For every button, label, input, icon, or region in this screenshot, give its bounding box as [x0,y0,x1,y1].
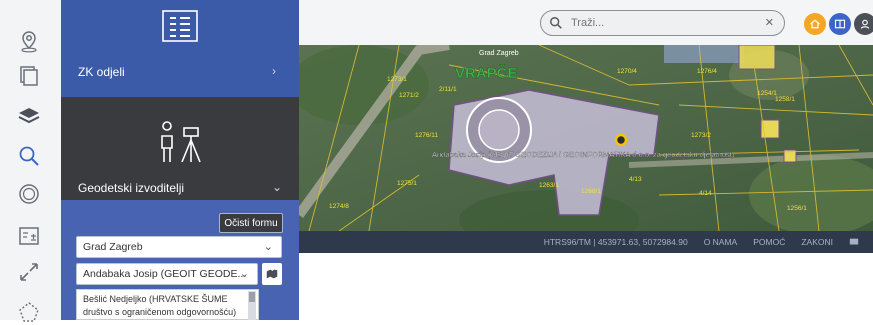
parcel-label: 1273/1 [387,76,407,83]
parcel-label: 1268/1 [581,188,601,195]
chevron-down-icon: ⌄ [263,241,273,253]
book-icon [834,19,846,29]
search-bar[interactable]: ✕ [540,10,785,36]
surveyor-icon [156,120,206,166]
chevron-down-icon: ⌄ [239,268,249,280]
parcel-label: 1271/2 [399,92,419,99]
surveyor-select-value: Andabaka Josip (GEOIT GEODE... [83,268,247,280]
zk-odjeli-label: ZK odjeli [78,65,125,79]
user-icon [860,19,870,29]
map-marker-icon [266,269,278,279]
parcel-label: 2/11/1 [439,86,457,93]
street-label: Grad Zagreb [479,50,519,57]
parcel-label: 4/13 [629,176,642,183]
parcel-label: 1270/4 [617,68,637,75]
cadastral-map[interactable]: VRAPČE Grad Zagreb Andabaka Josip (GEOIT… [299,45,873,231]
surveyor-select[interactable]: Andabaka Josip (GEOIT GEODE... ⌄ [76,263,258,285]
parcel-label: 1275/1 [397,180,417,187]
parcel-label: 1274/8 [329,203,349,210]
coin-icon[interactable] [16,181,42,207]
clear-form-button[interactable]: Očisti formu [219,213,283,233]
laws-link[interactable]: ZAKONI [801,237,833,247]
parcel-label: 1258/1 [775,96,795,103]
content-area [299,253,873,320]
parcel-label: 1256/1 [787,205,807,212]
help-link[interactable]: POMOĆ [753,237,785,247]
dropdown-scrollbar-thumb[interactable] [249,292,255,302]
search-icon[interactable] [16,143,42,169]
city-select-value: Grad Zagreb [83,241,143,253]
home-button[interactable] [804,13,826,35]
chevron-right-icon[interactable]: › [272,64,276,78]
parcel-label: 4/14 [699,190,712,197]
left-toolbar [0,0,61,322]
document-list-icon [162,10,198,42]
layers-copy-icon[interactable] [16,63,42,89]
district-label: VRAPČE [455,64,518,82]
chevron-down-icon[interactable]: ⌄ [272,180,282,194]
surveyor-popup-label: Andabaka Josip (GEOIT GEODEZIJA i GEOINF… [432,150,735,159]
stack-layers-icon[interactable] [16,103,42,129]
parcel-label: 1273/2 [691,132,711,139]
about-link[interactable]: O NAMA [704,237,738,247]
parcel-label: 1263/1 [539,182,559,189]
status-bar: HTRS96/TM | 453971.63, 5072984.90 O NAMA… [299,231,873,253]
parcel-label: 1276/11 [415,132,438,139]
polygon-icon[interactable] [16,299,42,325]
calculator-map-icon[interactable] [16,223,42,249]
home-icon [810,19,820,29]
expand-arrows-icon[interactable] [16,259,42,285]
search-icon [550,17,562,29]
geodetski-izvoditelji-label: Geodetski izvoditelji [78,181,185,195]
dropdown-option[interactable]: Bešlić Nedjeljko (HRVATSKE ŠUME društvo … [76,289,259,320]
map-view[interactable]: VRAPČE Grad Zagreb Andabaka Josip (GEOIT… [299,45,873,231]
location-pin-icon[interactable] [16,28,42,54]
chat-icon[interactable] [849,237,859,247]
parcel-label: 1276/4 [697,68,717,75]
search-input[interactable] [569,16,753,30]
book-button[interactable] [829,13,851,35]
city-select[interactable]: Grad Zagreb ⌄ [76,236,282,258]
user-button[interactable] [854,13,873,35]
coordinates-readout: HTRS96/TM | 453971.63, 5072984.90 [543,237,688,247]
clear-search-icon[interactable]: ✕ [765,16,774,29]
locate-surveyor-button[interactable] [262,263,282,285]
